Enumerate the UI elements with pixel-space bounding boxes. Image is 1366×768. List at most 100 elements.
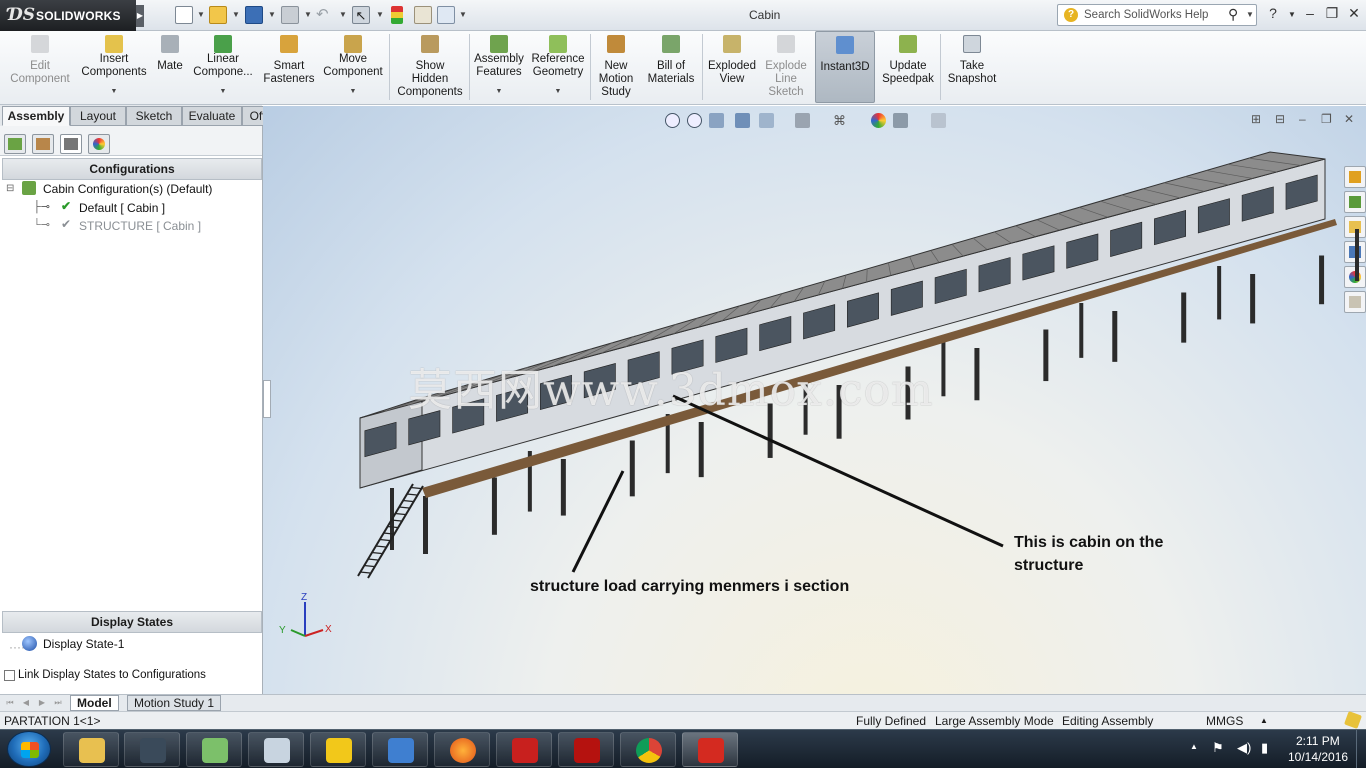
explode-line-sketch-button[interactable]: Explode Line Sketch xyxy=(761,31,811,103)
menu-expand-icon[interactable]: ▶ xyxy=(136,5,144,27)
volume-icon[interactable]: ◀) xyxy=(1237,740,1251,756)
take-snapshot-button[interactable]: Take Snapshot xyxy=(943,31,1001,103)
tab-layout[interactable]: Layout xyxy=(70,106,126,126)
bill-of-materials-button[interactable]: Bill of Materials xyxy=(642,31,700,103)
chevron-down-icon[interactable]: ▼ xyxy=(339,10,347,19)
edit-component-button[interactable]: Edit Component xyxy=(4,31,76,103)
taskbar-acrobat[interactable] xyxy=(558,732,614,767)
button-label: Explode Line Sketch xyxy=(765,60,807,98)
taskbar-file-explorer[interactable] xyxy=(63,732,119,767)
config-item-default[interactable]: Default [ Cabin ] xyxy=(79,201,165,215)
chevron-down-icon[interactable]: ▼ xyxy=(528,88,588,95)
last-tab-icon[interactable]: ⏭ xyxy=(52,697,64,709)
tab-evaluate[interactable]: Evaluate xyxy=(182,106,242,126)
chevron-down-icon[interactable]: ▼ xyxy=(472,88,526,95)
support-column xyxy=(974,348,980,401)
display-state-item[interactable]: Display State-1 xyxy=(43,637,124,651)
feature-manager-tree-icon[interactable] xyxy=(4,134,26,154)
reference-geometry-button[interactable]: Reference Geometry ▼ xyxy=(528,31,588,103)
chevron-down-icon[interactable]: ▼ xyxy=(1282,10,1302,19)
save-icon[interactable] xyxy=(245,6,263,24)
undo-icon[interactable]: ↶ xyxy=(316,6,334,24)
support-column xyxy=(1217,266,1222,320)
insert-components-button[interactable]: Insert Components ▼ xyxy=(78,31,150,103)
taskbar-chrome[interactable] xyxy=(620,732,676,767)
chevron-down-icon[interactable]: ▼ xyxy=(320,88,386,95)
action-center-icon[interactable]: ⚑ xyxy=(1212,740,1224,756)
clock-time[interactable]: 2:11 PM xyxy=(1296,734,1340,748)
clock-date[interactable]: 10/14/2016 xyxy=(1288,750,1348,764)
new-motion-study-button[interactable]: New Motion Study xyxy=(593,31,639,103)
move-component-button[interactable]: Move Component ▼ xyxy=(320,31,386,103)
search-input[interactable]: ? Search SolidWorks Help ⚲ ▼ xyxy=(1057,4,1257,26)
property-manager-icon[interactable] xyxy=(32,134,54,154)
options-icon[interactable] xyxy=(437,6,455,24)
show-hidden-components-button[interactable]: Show Hidden Components xyxy=(393,31,467,103)
instant3d-button[interactable]: Instant3D xyxy=(815,31,875,103)
graphics-area[interactable]: ⌘ ⊞ ⊟ – ❐ ✕ Z X Y 莫西网www.3dmox.com This … xyxy=(263,106,1366,694)
start-button[interactable] xyxy=(7,731,51,767)
select-arrow-icon[interactable]: ↖ xyxy=(352,6,370,24)
units-selector[interactable]: MMGS xyxy=(1206,714,1243,728)
tab-model[interactable]: Model xyxy=(70,695,119,711)
show-desktop-button[interactable] xyxy=(1356,730,1366,768)
help-icon[interactable]: ? xyxy=(1263,5,1283,21)
linear-pattern-button[interactable]: Linear Compone... ▼ xyxy=(190,31,256,103)
taskbar-edrawings[interactable] xyxy=(372,732,428,767)
chevron-down-icon[interactable]: ▼ xyxy=(190,88,256,95)
update-speedpak-button[interactable]: Update Speedpak xyxy=(879,31,937,103)
exploded-view-button[interactable]: Exploded View xyxy=(705,31,759,103)
chevron-down-icon[interactable]: ▼ xyxy=(232,10,240,19)
taskbar-autocad[interactable] xyxy=(496,732,552,767)
assembly-features-button[interactable]: Assembly Features ▼ xyxy=(472,31,526,103)
chevron-up-icon[interactable]: ▲ xyxy=(1260,716,1268,725)
button-label: Assembly Features xyxy=(474,53,524,78)
configurations-header: Configurations xyxy=(2,158,262,180)
chevron-down-icon[interactable]: ▼ xyxy=(459,10,467,19)
tab-motion-study-1[interactable]: Motion Study 1 xyxy=(127,695,222,711)
open-folder-icon[interactable] xyxy=(209,6,227,24)
taskbar-calculator[interactable] xyxy=(248,732,304,767)
chevron-down-icon[interactable]: ▼ xyxy=(268,10,276,19)
solidworks-logo[interactable]: ƊS SOLIDWORKS xyxy=(0,0,136,31)
chevron-down-icon[interactable]: ▼ xyxy=(1246,10,1254,19)
stair-tread xyxy=(363,564,374,568)
file-properties-icon[interactable] xyxy=(414,6,432,24)
button-label: Reference Geometry xyxy=(531,53,585,78)
help-search-icon: ? xyxy=(1064,8,1078,22)
config-item-structure[interactable]: STRUCTURE [ Cabin ] xyxy=(79,219,201,233)
collapse-icon[interactable]: ⊟ xyxy=(6,183,14,194)
chevron-down-icon[interactable]: ▼ xyxy=(78,88,150,95)
taskbar-solidworks-composer[interactable] xyxy=(124,732,180,767)
rebuild-icon[interactable] xyxy=(391,6,403,24)
support-column xyxy=(1043,329,1049,382)
first-tab-icon[interactable]: ⏮ xyxy=(4,697,16,709)
smart-fasteners-button[interactable]: Smart Fasteners xyxy=(258,31,320,103)
close-icon[interactable]: ✕ xyxy=(1344,5,1364,22)
configurations-root[interactable]: Cabin Configuration(s) (Default) xyxy=(43,182,212,196)
taskbar-norton[interactable] xyxy=(310,732,366,767)
rebuild-status-icon[interactable] xyxy=(1344,711,1362,729)
new-document-icon[interactable] xyxy=(175,6,193,24)
button-label: Exploded View xyxy=(708,60,756,85)
chevron-down-icon[interactable]: ▼ xyxy=(376,10,384,19)
chevron-down-icon[interactable]: ▼ xyxy=(304,10,312,19)
tab-sketch[interactable]: Sketch xyxy=(126,106,182,126)
link-display-states-checkbox[interactable] xyxy=(4,670,15,681)
display-manager-icon[interactable] xyxy=(88,134,110,154)
search-icon[interactable]: ⚲ xyxy=(1228,6,1238,23)
chevron-down-icon[interactable]: ▼ xyxy=(197,10,205,19)
show-hidden-icons-icon[interactable]: ▲ xyxy=(1190,742,1198,751)
tab-assembly[interactable]: Assembly xyxy=(2,106,70,126)
taskbar-sketchbook[interactable] xyxy=(186,732,242,767)
taskbar-solidworks[interactable] xyxy=(682,732,738,767)
taskbar-firefox[interactable] xyxy=(434,732,490,767)
restore-icon[interactable]: ❐ xyxy=(1322,5,1342,22)
prev-tab-icon[interactable]: ◀ xyxy=(20,697,32,709)
print-icon[interactable] xyxy=(281,6,299,24)
configuration-manager-icon[interactable] xyxy=(60,134,82,154)
minimize-icon[interactable]: – xyxy=(1300,5,1320,21)
next-tab-icon[interactable]: ▶ xyxy=(36,697,48,709)
mate-button[interactable]: Mate xyxy=(152,31,188,103)
power-icon[interactable]: ▮ xyxy=(1261,740,1268,756)
